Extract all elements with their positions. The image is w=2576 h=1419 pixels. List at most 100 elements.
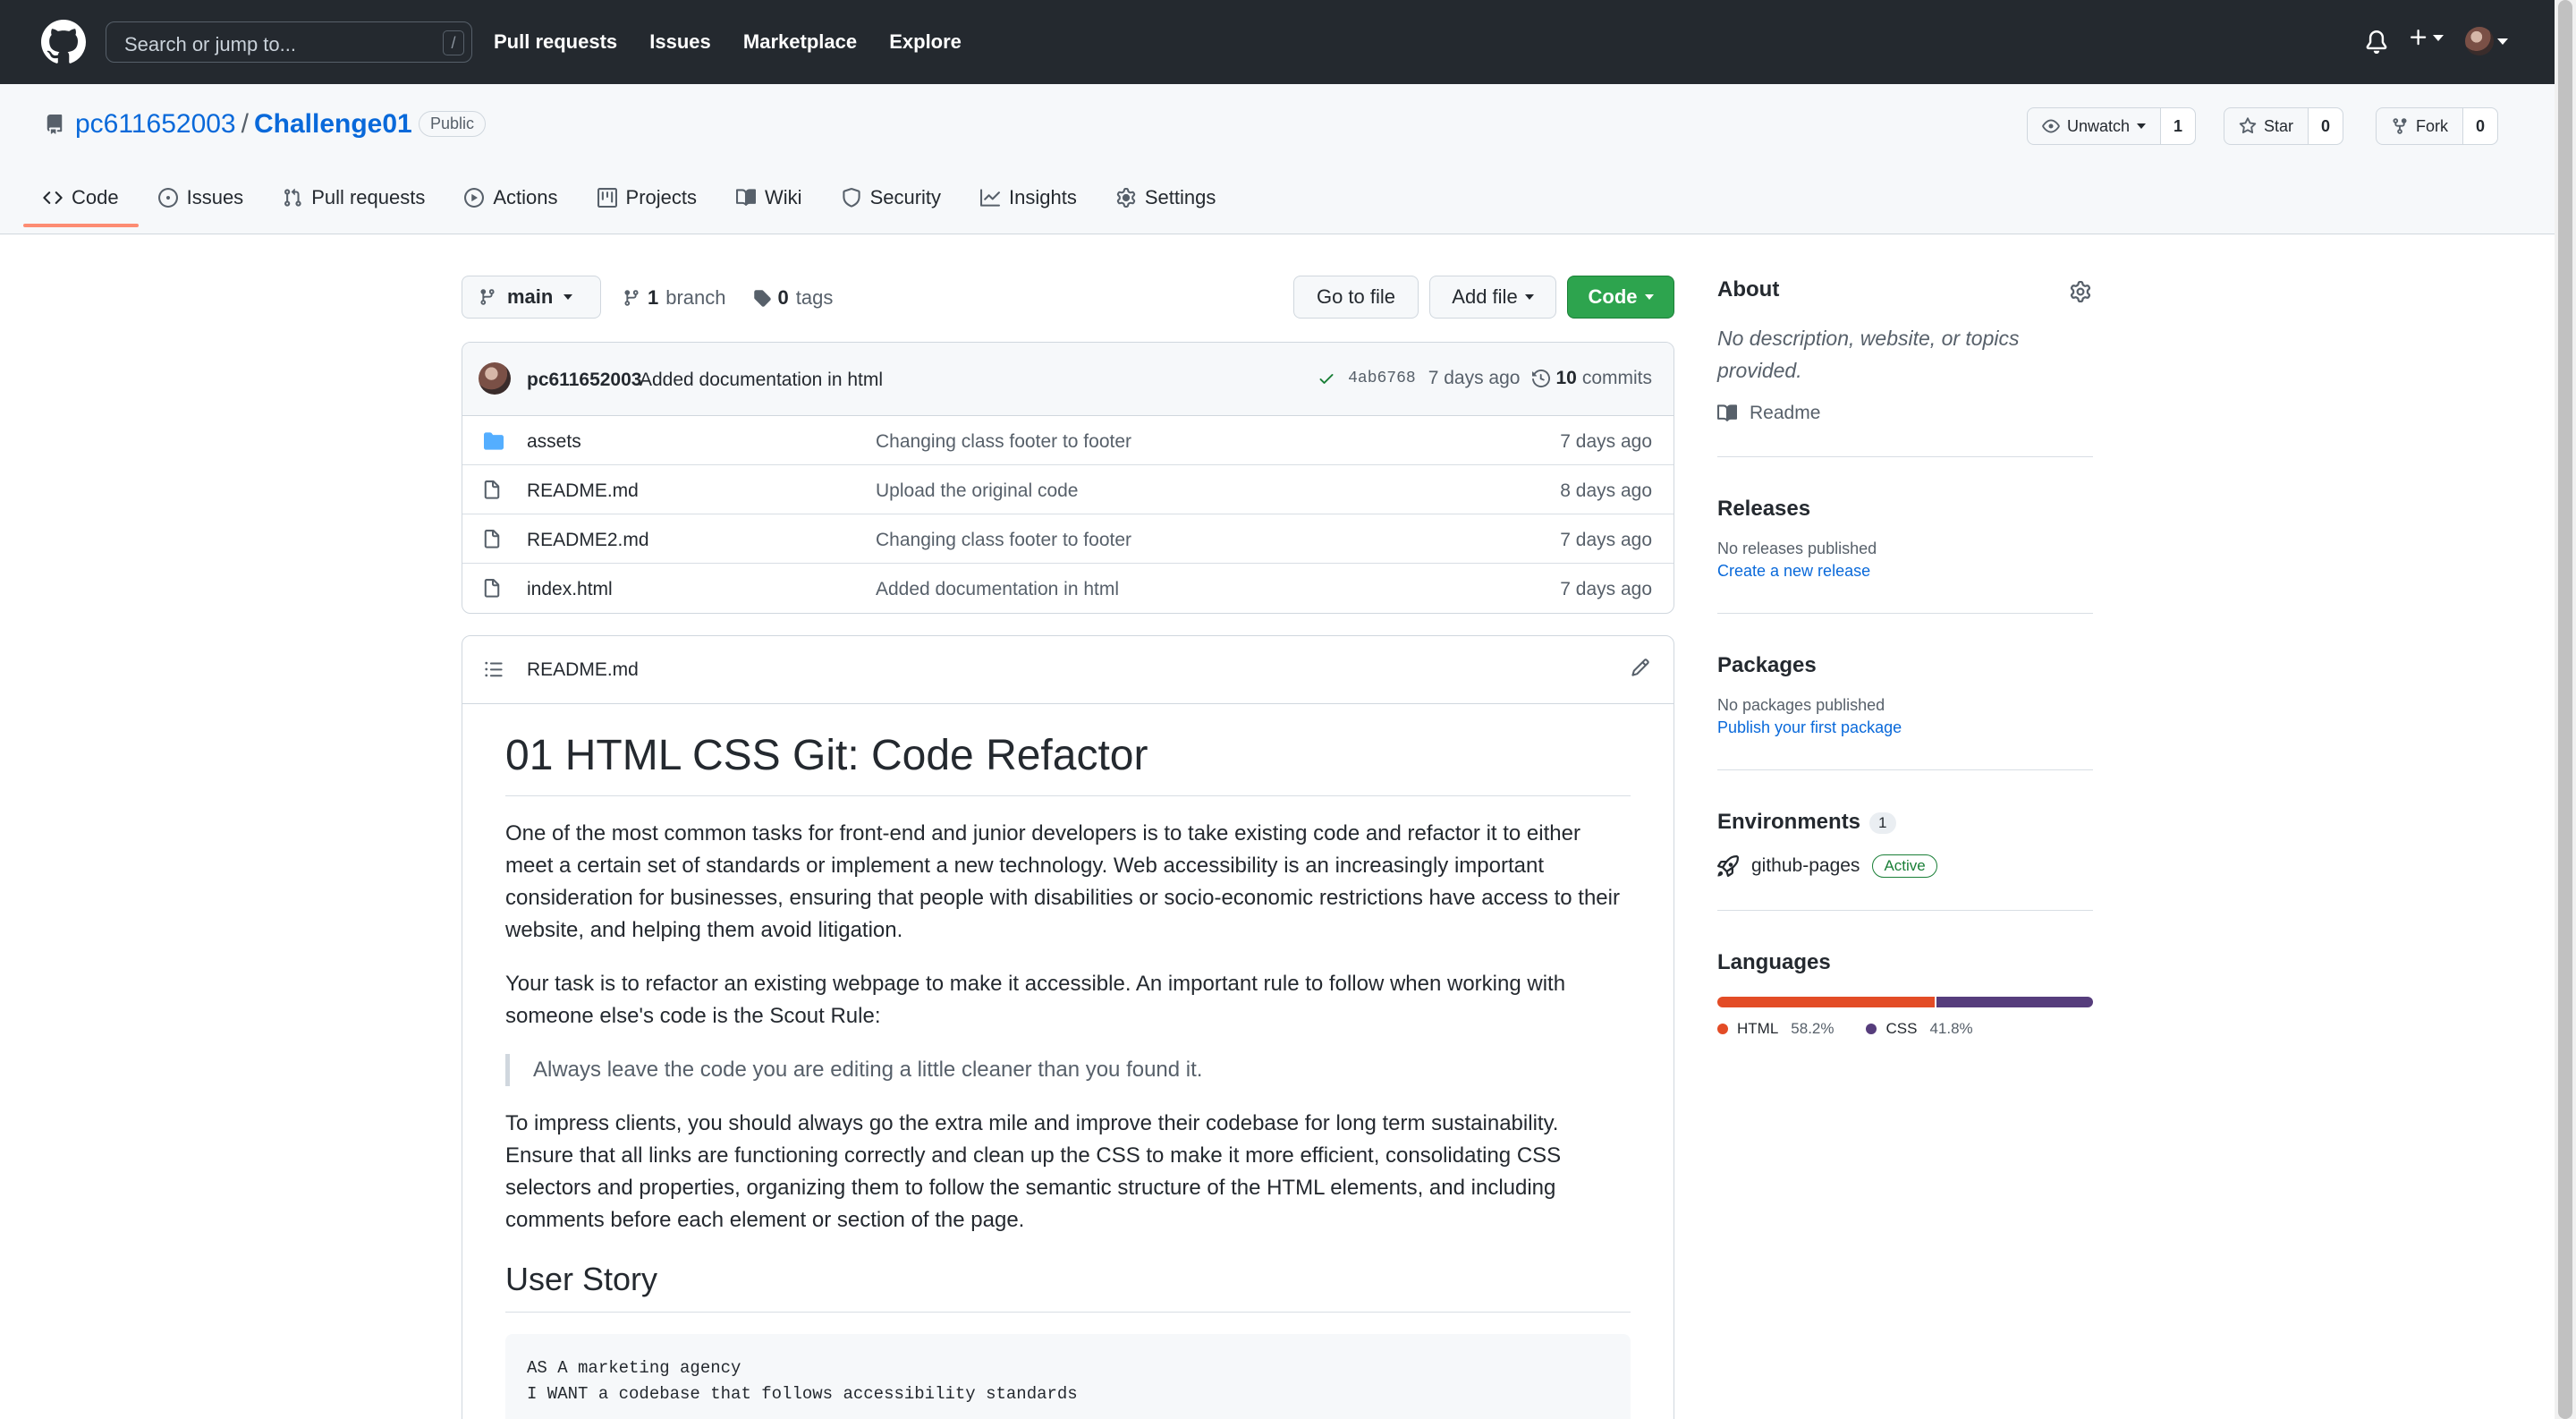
- environment-item[interactable]: github-pages Active: [1717, 854, 2093, 878]
- language-bar-segment-css[interactable]: [1936, 997, 2093, 1007]
- readme-header: README.md: [462, 636, 1674, 704]
- tab-label: Security: [869, 186, 942, 208]
- nav-marketplace[interactable]: Marketplace: [743, 30, 857, 53]
- file-commit-message[interactable]: Upload the original code: [876, 480, 1079, 502]
- file-name-link[interactable]: assets: [527, 431, 581, 453]
- chevron-down-icon: [1524, 294, 1534, 300]
- tab-label: Pull requests: [311, 186, 426, 208]
- search-input[interactable]: Search or jump to... /: [106, 21, 472, 63]
- readme-panel: README.md 01 HTML CSS Git: Code Refactor…: [462, 635, 1674, 1419]
- language-percent: 58.2%: [1791, 1020, 1835, 1037]
- bell-icon[interactable]: [2365, 30, 2388, 55]
- watch-count[interactable]: 1: [2161, 108, 2196, 144]
- environments-heading[interactable]: Environments 1: [1717, 810, 2093, 835]
- avatar[interactable]: [479, 362, 511, 395]
- readme-link[interactable]: Readme: [1717, 403, 2093, 424]
- nav-issues[interactable]: Issues: [649, 30, 711, 53]
- tab-wiki[interactable]: Wiki: [716, 186, 822, 227]
- tags-link[interactable]: 0 tags: [753, 286, 833, 310]
- tab-label: Projects: [625, 186, 698, 208]
- user-menu[interactable]: [2465, 27, 2508, 55]
- packages-heading[interactable]: Packages: [1717, 653, 2093, 678]
- visibility-badge: Public: [419, 111, 487, 137]
- tab-actions[interactable]: Actions: [445, 186, 577, 227]
- file-commit-message[interactable]: Changing class footer to footer: [876, 431, 1131, 453]
- file-icon: [482, 530, 502, 549]
- file-row[interactable]: index.html Added documentation in html 7…: [462, 564, 1674, 613]
- chevron-down-icon: [2433, 34, 2444, 41]
- readme-blockquote: Always leave the code you are editing a …: [505, 1054, 1631, 1086]
- rocket-icon: [1717, 855, 1739, 877]
- chevron-down-icon: [2137, 123, 2147, 129]
- commits-history-link[interactable]: 10 commits: [1532, 368, 1652, 389]
- releases-heading[interactable]: Releases: [1717, 497, 2093, 522]
- file-name-link[interactable]: README.md: [527, 480, 639, 502]
- tab-settings[interactable]: Settings: [1097, 186, 1236, 227]
- code-button[interactable]: Code: [1567, 276, 1674, 319]
- scrollbar-thumb[interactable]: [2558, 0, 2572, 1419]
- tab-pull-requests[interactable]: Pull requests: [263, 186, 445, 227]
- github-logo-icon[interactable]: [41, 20, 86, 64]
- nav-pull-requests[interactable]: Pull requests: [494, 30, 617, 53]
- file-icon: [482, 579, 502, 599]
- repo-title: pc611652003/Challenge01: [75, 109, 412, 140]
- code-line: I WANT a codebase that follows accessibi…: [527, 1384, 1078, 1404]
- pencil-icon[interactable]: [1631, 658, 1650, 677]
- publish-package-link[interactable]: Publish your first package: [1717, 718, 2093, 737]
- language-name: HTML: [1737, 1020, 1779, 1037]
- language-item-html[interactable]: HTML 58.2%: [1717, 1020, 1834, 1038]
- tab-insights[interactable]: Insights: [961, 186, 1097, 227]
- add-file-button[interactable]: Add file: [1429, 276, 1556, 319]
- pull-request-icon: [283, 188, 302, 208]
- divider: [1717, 769, 2093, 770]
- branch-select-button[interactable]: main: [462, 276, 601, 319]
- divider: [1717, 910, 2093, 911]
- readme-subheading: User Story: [505, 1258, 1631, 1313]
- commit-sha-link[interactable]: 4ab6768: [1348, 370, 1416, 387]
- create-new-menu[interactable]: [2408, 27, 2444, 48]
- repo-owner-link[interactable]: pc611652003: [75, 109, 236, 139]
- go-to-file-button[interactable]: Go to file: [1293, 276, 1419, 319]
- file-commit-message[interactable]: Added documentation in html: [876, 579, 1119, 600]
- star-label: Star: [2264, 116, 2294, 135]
- page-scrollbar[interactable]: [2555, 0, 2576, 1419]
- commit-meta: 4ab6768 7 days ago 10 commits: [1318, 368, 1652, 389]
- file-name-link[interactable]: README2.md: [527, 530, 649, 551]
- language-percent: 41.8%: [1929, 1020, 1973, 1037]
- tab-code[interactable]: Code: [23, 186, 139, 227]
- readme-filename[interactable]: README.md: [527, 659, 639, 681]
- commit-message-link[interactable]: Added documentation in html: [640, 370, 883, 391]
- fork-count[interactable]: 0: [2463, 108, 2498, 144]
- language-item-css[interactable]: CSS 41.8%: [1866, 1020, 1973, 1038]
- create-release-link[interactable]: Create a new release: [1717, 562, 2093, 581]
- star-button[interactable]: Star: [2224, 108, 2309, 144]
- list-unordered-icon[interactable]: [484, 659, 504, 679]
- gear-icon[interactable]: [2070, 281, 2091, 302]
- unwatch-button[interactable]: Unwatch: [2028, 108, 2162, 144]
- code-button-label: Code: [1588, 285, 1638, 308]
- chevron-down-icon: [2497, 38, 2508, 45]
- star-count[interactable]: 0: [2309, 108, 2343, 144]
- file-commit-message[interactable]: Changing class footer to footer: [876, 530, 1131, 551]
- about-description: No description, website, or topics provi…: [1717, 327, 2020, 382]
- fork-icon: [2391, 117, 2409, 135]
- file-row[interactable]: assets Changing class footer to footer 7…: [462, 416, 1674, 465]
- commit-author-link[interactable]: pc611652003: [527, 370, 641, 391]
- file-row[interactable]: README.md Upload the original code 8 day…: [462, 465, 1674, 514]
- language-bar-segment-html[interactable]: [1717, 997, 1936, 1007]
- gear-icon: [1116, 188, 1136, 208]
- status-badge: Active: [1872, 854, 1937, 878]
- fork-label: Fork: [2416, 116, 2448, 135]
- branches-link[interactable]: 1 branch: [623, 286, 726, 310]
- nav-explore[interactable]: Explore: [889, 30, 962, 53]
- check-icon[interactable]: [1318, 370, 1335, 387]
- repo-name-link[interactable]: Challenge01: [254, 109, 412, 139]
- tab-issues[interactable]: Issues: [139, 186, 264, 227]
- file-row[interactable]: README2.md Changing class footer to foot…: [462, 514, 1674, 564]
- history-icon: [1532, 370, 1551, 387]
- tab-projects[interactable]: Projects: [578, 186, 716, 227]
- tab-security[interactable]: Security: [822, 186, 961, 227]
- fork-button[interactable]: Fork: [2377, 108, 2463, 144]
- eye-icon: [2042, 117, 2060, 135]
- file-name-link[interactable]: index.html: [527, 579, 613, 600]
